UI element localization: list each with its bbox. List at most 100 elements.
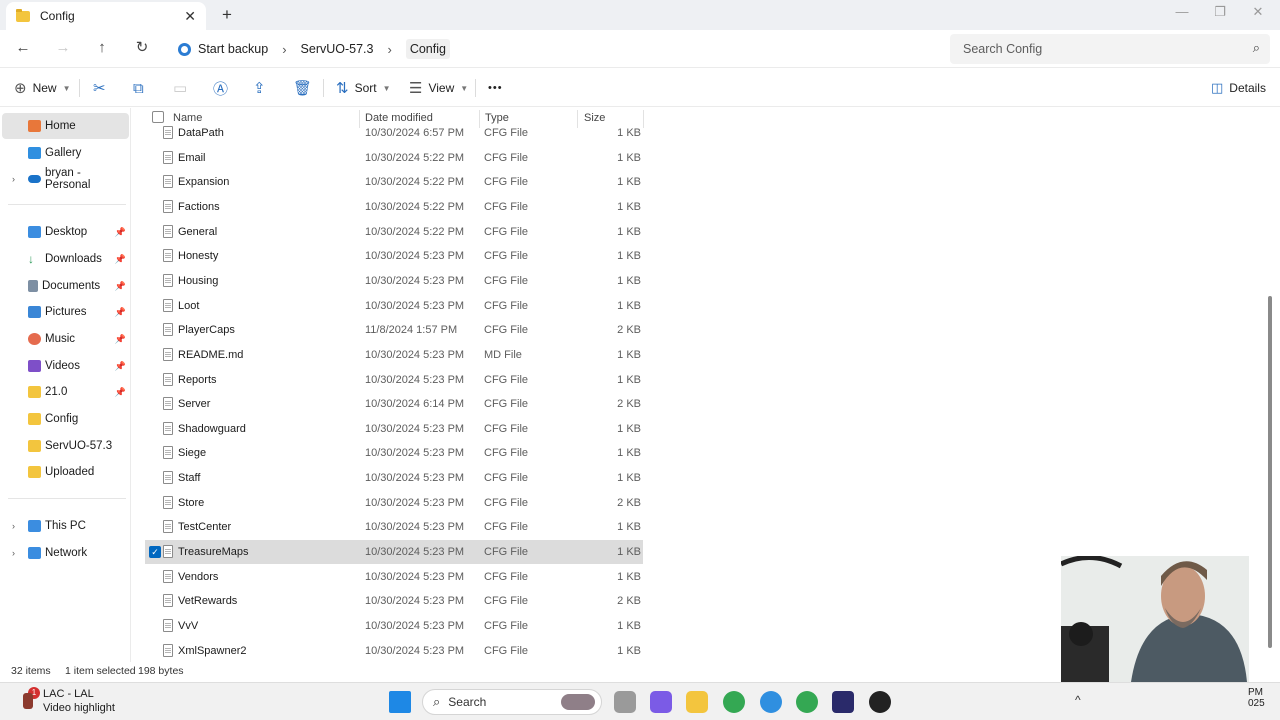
more-options-button[interactable]: •••	[488, 77, 503, 99]
table-row[interactable]: Factions 10/30/2024 5:22 PM CFG File 1 KB	[145, 195, 643, 219]
new-tab-button[interactable]: +	[218, 5, 236, 25]
delete-button[interactable]: 🗑	[293, 77, 318, 99]
table-row[interactable]: Housing 10/30/2024 5:23 PM CFG File 1 KB	[145, 269, 643, 293]
task-view-icon[interactable]	[614, 691, 636, 713]
search-input[interactable]: Search Config ⌕	[950, 34, 1270, 64]
table-row[interactable]: XmlSpawner2 10/30/2024 5:23 PM CFG File 1 K…	[145, 639, 643, 662]
table-row[interactable]: Vendors 10/30/2024 5:23 PM CFG File 1 KB	[145, 565, 643, 589]
expand-chevron-icon[interactable]: ›	[12, 521, 15, 531]
sidebar-item-this-pc[interactable]: › This PC	[2, 513, 129, 539]
sidebar-item-pictures[interactable]: Pictures 📌	[2, 299, 129, 325]
taskbar-search[interactable]: ⌕ Search	[422, 689, 602, 715]
paste-button[interactable]: ▭	[173, 77, 193, 99]
tray-chevron-up-icon[interactable]: ^	[1075, 693, 1081, 707]
sort-button[interactable]: ⇅ Sort ▼	[336, 77, 391, 99]
table-row[interactable]: Loot 10/30/2024 5:23 PM CFG File 1 KB	[145, 294, 643, 318]
table-row[interactable]: TestCenter 10/30/2024 5:23 PM CFG File 1 KB	[145, 515, 643, 539]
table-row[interactable]: Email 10/30/2024 5:22 PM CFG File 1 KB	[145, 146, 643, 170]
sidebar-item-onedrive[interactable]: › bryan - Personal	[2, 166, 129, 192]
clock[interactable]: PM 025	[1248, 687, 1265, 709]
expand-chevron-icon[interactable]: ›	[12, 548, 15, 558]
recording-icon[interactable]	[869, 691, 891, 713]
chrome-app-icon[interactable]	[796, 691, 818, 713]
view-button[interactable]: ☰ View ▼	[409, 77, 468, 99]
sidebar-item-21-0[interactable]: 21.0 📌	[2, 379, 129, 405]
chevron-right-icon[interactable]: ›	[282, 42, 286, 57]
sidebar-item-videos[interactable]: Videos 📌	[2, 353, 129, 379]
share-button[interactable]: ⇪	[253, 77, 272, 99]
chevron-right-icon[interactable]: ›	[387, 42, 391, 57]
sidebar-item-home[interactable]: Home	[2, 113, 129, 139]
refresh-icon[interactable]: ↻	[131, 38, 153, 60]
sidebar-item-documents[interactable]: Documents 📌	[2, 273, 129, 299]
maximize-icon[interactable]: ❐	[1210, 4, 1230, 20]
breadcrumb-start-backup[interactable]: Start backup	[198, 42, 268, 56]
table-row[interactable]: ✓ TreasureMaps 10/30/2024 5:23 PM CFG File 1…	[145, 540, 643, 565]
table-row[interactable]: PlayerCaps 11/8/2024 1:57 PM CFG File 2 KB	[145, 318, 643, 342]
file-date-modified: 10/30/2024 6:57 PM	[365, 127, 465, 139]
back-icon[interactable]: ←	[12, 38, 34, 60]
table-row[interactable]: Store 10/30/2024 5:23 PM CFG File 2 KB	[145, 491, 643, 515]
chrome-profile-icon[interactable]	[760, 691, 782, 713]
breadcrumb-config[interactable]: Config	[405, 39, 450, 59]
table-row[interactable]: DataPath 10/30/2024 6:57 PM CFG File 1 KB	[145, 121, 643, 145]
copy-button[interactable]: ⧉	[133, 77, 150, 99]
pin-icon[interactable]: 📌	[115, 307, 126, 318]
tab-config[interactable]: Config ✕	[6, 2, 206, 30]
column-divider[interactable]	[643, 110, 644, 128]
minimize-icon[interactable]: —	[1172, 4, 1192, 19]
obs-icon[interactable]	[832, 691, 854, 713]
rename-button[interactable]: Ⓐ	[213, 77, 234, 99]
table-row[interactable]: Honesty 10/30/2024 5:23 PM CFG File 1 KB	[145, 244, 643, 268]
file-explorer-icon[interactable]	[686, 691, 708, 713]
table-row[interactable]: Shadowguard 10/30/2024 5:23 PM CFG File 1 K…	[145, 417, 643, 441]
sidebar-item-label: Downloads	[45, 253, 102, 265]
sidebar-item-desktop[interactable]: Desktop 📌	[2, 219, 129, 245]
table-row[interactable]: Staff 10/30/2024 5:23 PM CFG File 1 KB	[145, 466, 643, 490]
forward-icon[interactable]: →	[52, 38, 74, 60]
details-button[interactable]: ◫ Details	[1211, 77, 1266, 99]
sidebar-item-network[interactable]: › Network	[2, 540, 129, 566]
file-icon	[163, 126, 173, 139]
pin-icon[interactable]: 📌	[115, 334, 126, 345]
vertical-scrollbar[interactable]	[1268, 296, 1272, 648]
up-icon[interactable]: ↑	[91, 38, 113, 60]
file-icon	[163, 495, 173, 509]
table-row[interactable]: Expansion 10/30/2024 5:22 PM CFG File 1 KB	[145, 170, 643, 194]
pin-icon[interactable]: 📌	[115, 227, 126, 238]
chrome-icon[interactable]	[723, 691, 745, 713]
table-row[interactable]: Server 10/30/2024 6:14 PM CFG File 2 KB	[145, 392, 643, 416]
table-row[interactable]: VetRewards 10/30/2024 5:23 PM CFG File 2 KB	[145, 589, 643, 613]
pin-icon[interactable]: 📌	[115, 281, 126, 292]
table-row[interactable]: Reports 10/30/2024 5:23 PM CFG File 1 KB	[145, 368, 643, 392]
close-window-icon[interactable]: ✕	[1248, 4, 1268, 20]
pin-icon[interactable]: 📌	[115, 254, 126, 265]
start-icon[interactable]	[389, 691, 411, 713]
table-row[interactable]: VvV 10/30/2024 5:23 PM CFG File 1 KB	[145, 614, 643, 638]
new-button[interactable]: ⊕ New ▼	[14, 77, 71, 99]
file-name: Vendors	[178, 570, 219, 583]
clock-date: 025	[1248, 698, 1265, 709]
sidebar-item-music[interactable]: Music 📌	[2, 326, 129, 352]
pin-icon[interactable]: 📌	[115, 361, 126, 372]
table-row[interactable]: Siege 10/30/2024 5:23 PM CFG File 1 KB	[145, 441, 643, 465]
row-checkbox[interactable]: ✓	[149, 546, 161, 559]
table-row[interactable]: General 10/30/2024 5:22 PM CFG File 1 KB	[145, 220, 643, 244]
file-icon	[163, 347, 173, 361]
breadcrumb-servuo[interactable]: ServUO-57.3	[301, 42, 374, 56]
cut-button[interactable]: ✂	[93, 77, 112, 99]
sidebar-item-label: Home	[45, 120, 76, 132]
sidebar-item-config[interactable]: Config	[2, 406, 129, 432]
pin-icon[interactable]: 📌	[115, 387, 126, 398]
sidebar-item-downloads[interactable]: ↓ Downloads 📌	[2, 246, 129, 272]
sidebar-item-gallery[interactable]: Gallery	[2, 140, 129, 166]
file-type: CFG File	[484, 422, 528, 435]
sidebar-item-servuo[interactable]: ServUO-57.3	[2, 433, 129, 459]
expand-chevron-icon[interactable]: ›	[12, 174, 15, 184]
table-row[interactable]: README.md 10/30/2024 5:23 PM MD File 1 KB	[145, 343, 643, 367]
copilot-icon[interactable]	[650, 691, 672, 713]
address-bar[interactable]: Start backup › ServUO-57.3 › Config	[168, 34, 944, 64]
file-date-modified: 10/30/2024 5:23 PM	[365, 570, 465, 583]
sidebar-item-uploaded[interactable]: Uploaded	[2, 459, 129, 485]
close-tab-icon[interactable]: ✕	[184, 8, 196, 25]
